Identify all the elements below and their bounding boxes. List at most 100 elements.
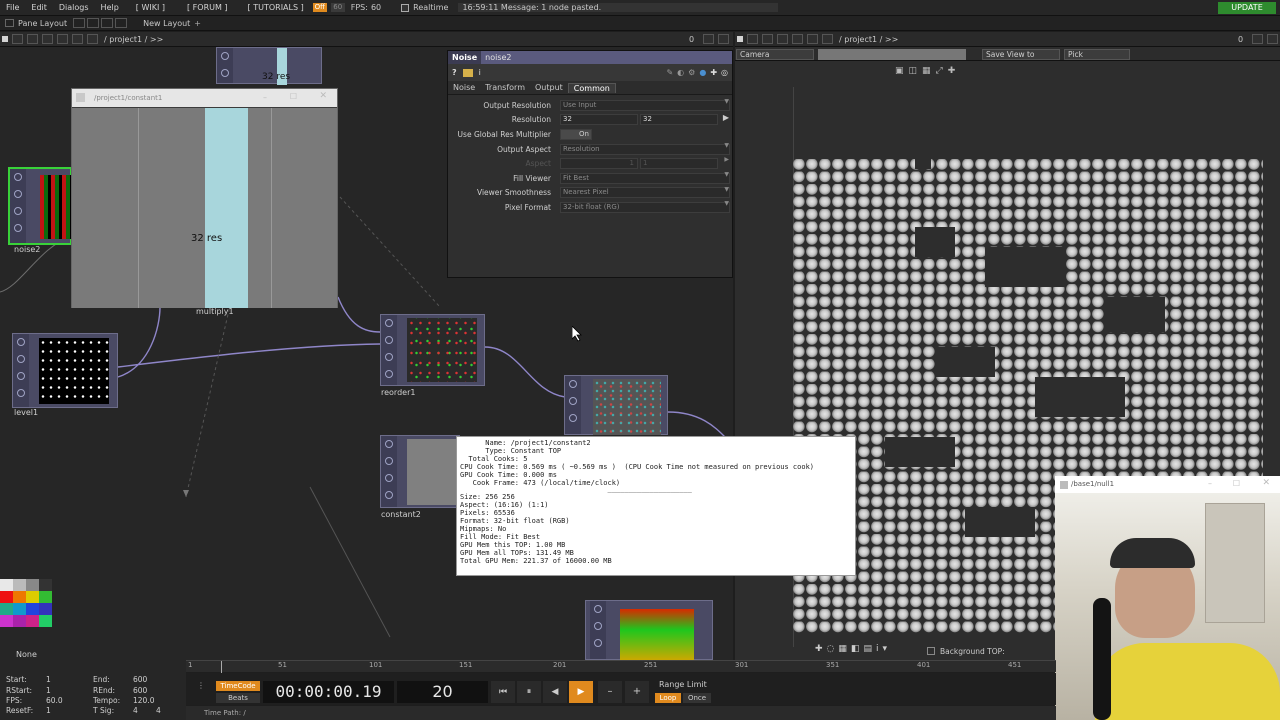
minimize-icon[interactable]: – [1208,479,1212,488]
timecode-button[interactable]: TimeCode [216,681,260,691]
stat-rstart-value[interactable]: 1 [46,686,51,695]
back-icon[interactable] [762,34,773,44]
camera-icon[interactable]: ▣ [895,66,904,76]
help-icon[interactable]: ? [452,68,457,77]
layout-single-button[interactable] [73,18,86,28]
forward-icon[interactable] [777,34,788,44]
camera-name-field[interactable] [818,49,966,60]
stat-tempo-value[interactable]: 120.0 [133,696,154,705]
forward-icon[interactable] [42,34,53,44]
time-path[interactable]: Time Path: / [186,706,1056,720]
pane-menu-icon[interactable] [12,34,23,44]
stat-tsig-numerator[interactable]: 4 [133,706,138,715]
fps-limit-box[interactable]: 60 [330,3,345,12]
maximize-icon[interactable]: ☐ [290,92,297,101]
grid-icon[interactable]: ▦ [922,66,931,76]
layout-icon[interactable] [5,19,14,27]
menu-icon[interactable]: ▾ [882,644,887,654]
info-icon[interactable]: i [876,644,879,654]
webcam-window[interactable]: /base1/null1 – ☐ ✕ [1055,476,1280,720]
node-reorder1[interactable] [380,314,485,386]
axis-icon[interactable]: ⤢ [936,66,943,76]
rewind-button[interactable]: ⏮ [491,681,515,703]
stat-tsig-denominator[interactable]: 4 [156,706,161,715]
viewer-window-title[interactable]: /project1/constant1 [72,89,337,107]
fill-viewer-menu[interactable]: Fit Best [560,172,730,184]
timecode-display[interactable]: 00:00:00.19 [263,681,394,703]
stat-fps-value[interactable]: 60.0 [46,696,63,705]
python-icon[interactable]: ● [699,68,706,77]
minimize-icon[interactable]: – [263,93,267,102]
tab-noise[interactable]: Noise [448,83,480,92]
back-icon[interactable] [27,34,38,44]
layout-split-button[interactable] [87,18,100,28]
op-snippet-icon[interactable] [462,68,473,77]
maximize-icon[interactable]: ☐ [1233,479,1240,488]
layout-quad-button[interactable] [101,18,114,28]
color-palette[interactable] [0,579,54,639]
pane-close-icon[interactable] [718,34,729,44]
menu-help[interactable]: Help [95,3,125,12]
stat-end-value[interactable]: 600 [133,675,147,684]
node-ramp[interactable] [585,600,713,660]
add-icon[interactable] [57,34,68,44]
expand-arrow-icon[interactable]: ▶ [723,113,729,122]
snap-icon[interactable]: ◫ [909,66,918,76]
move-icon[interactable]: ✚ [948,66,956,76]
layout-custom-button[interactable] [115,18,128,28]
node-level1[interactable] [12,333,118,408]
palette-none-label[interactable]: None [16,650,37,659]
step-back-button[interactable]: – [598,681,622,703]
pause-button[interactable]: ⏸ [517,681,541,703]
node-noise2[interactable] [8,167,72,245]
bookmark-icon[interactable] [72,34,83,44]
pane-split-icon[interactable] [1252,34,1263,44]
forum-link[interactable]: [ FORUM ] [182,3,233,12]
network-path[interactable]: / project1 / >> [104,35,163,44]
close-icon[interactable]: ✕ [319,91,327,101]
pane-close-icon[interactable] [1267,34,1278,44]
pixel-format-menu[interactable]: 32-bit float (RG) [560,201,730,213]
info-icon[interactable]: i [479,68,481,77]
tab-transform[interactable]: Transform [480,83,530,92]
viewer-smoothness-menu[interactable]: Nearest Pixel [560,187,730,199]
display-icon[interactable]: ◧ [851,644,860,654]
timeline-ruler[interactable]: 1 51 101 151 201 251 301 351 401 451 [186,660,1056,673]
target-icon[interactable]: ◎ [721,68,728,77]
pane-square-icon[interactable] [2,36,8,42]
home-icon[interactable] [822,34,833,44]
viewer-path[interactable]: / project1 / >> [839,35,898,44]
output-aspect-menu[interactable]: Resolution [560,143,730,155]
resolution-x-field[interactable]: 32 [560,114,638,126]
pick-select[interactable]: Pick [1064,49,1130,60]
once-button[interactable]: Once [683,693,711,703]
wiki-link[interactable]: [ WIKI ] [131,3,170,12]
node-output-partial[interactable] [564,375,668,435]
menu-dialogs[interactable]: Dialogs [53,3,95,12]
wrench-icon[interactable]: ⚙ [688,68,695,77]
output-resolution-menu[interactable]: Use Input [560,99,730,111]
add-icon[interactable] [792,34,803,44]
add-param-icon[interactable]: ✚ [710,68,717,77]
save-view-select[interactable]: Save View to [982,49,1060,60]
frame-display[interactable]: 20 [397,681,488,703]
update-button[interactable]: UPDATE [1218,2,1276,14]
menu-edit[interactable]: Edit [25,3,53,12]
loop-button[interactable]: Loop [655,693,681,703]
step-forward-button[interactable]: + [625,681,649,703]
viewer-content[interactable]: 32 res [72,108,337,308]
playhead[interactable] [221,661,222,673]
node-top-partial[interactable]: 32 res [216,47,322,85]
off-toggle[interactable]: Off [312,3,327,12]
beats-button[interactable]: Beats [216,693,260,703]
add-layout-icon[interactable]: + [194,19,201,28]
param-op-name[interactable]: noise2 [481,53,511,62]
light-icon[interactable]: ◌ [827,644,835,654]
play-reverse-button[interactable]: ◀ [543,681,567,703]
menu-file[interactable]: File [0,3,25,12]
move-icon[interactable]: ✚ [815,644,823,654]
camera-select[interactable]: Camera [736,49,814,60]
stat-resetf-value[interactable]: 1 [46,706,51,715]
resolution-y-field[interactable]: 32 [640,114,718,126]
node-constant2[interactable] [380,435,460,508]
